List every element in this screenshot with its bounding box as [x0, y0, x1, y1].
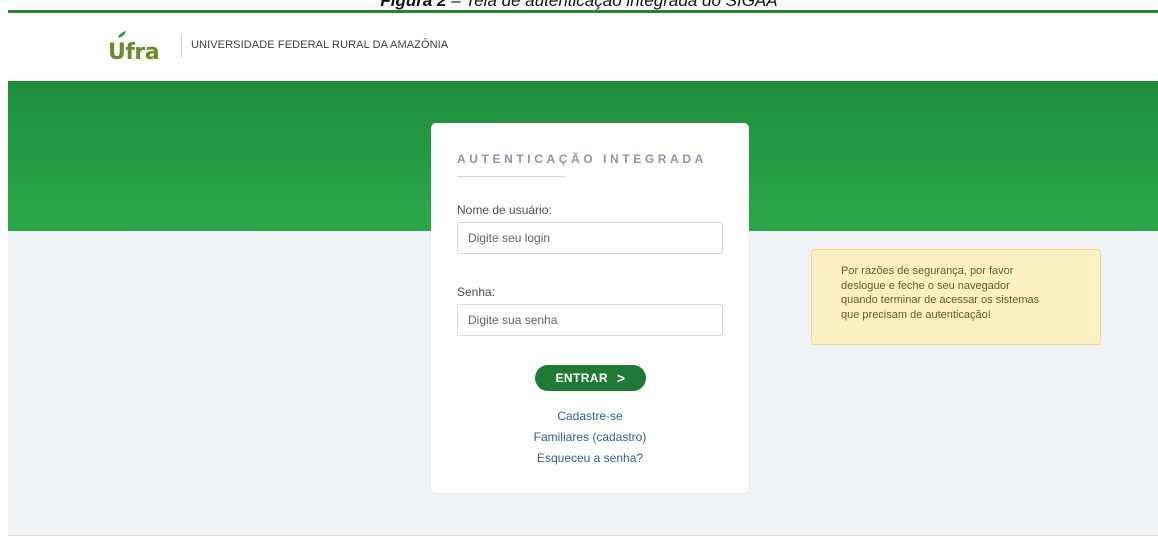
family-register-link[interactable]: Familiares (cadastro)	[431, 430, 749, 444]
notice-line-1: Por razões de segurança, por favor	[841, 265, 1014, 277]
login-card: AUTENTICAÇÃO INTEGRADA Nome de usuário: …	[431, 123, 749, 493]
chevron-right-icon: >	[616, 370, 626, 386]
password-label: Senha:	[457, 285, 496, 299]
figure-label: Figura 2	[380, 0, 447, 10]
figure-caption: Figura 2 – Tela de autenticação integrad…	[0, 0, 1158, 10]
login-button[interactable]: ENTRAR >	[535, 365, 646, 391]
footer-divider	[8, 535, 1158, 536]
institution-name: UNIVERSIDADE FEDERAL RURAL DA AMAZÔNIA	[191, 39, 449, 51]
ufra-logo[interactable]: Ufra	[108, 31, 168, 67]
figure-caption-text: – Tela de autenticação integrada do SIGA…	[446, 0, 778, 10]
password-input[interactable]	[457, 304, 723, 336]
title-underline	[457, 176, 565, 177]
register-link[interactable]: Cadastre-se	[431, 409, 749, 423]
login-button-label: ENTRAR	[555, 371, 608, 385]
username-label: Nome de usuário:	[457, 203, 552, 217]
header-divider	[181, 35, 182, 57]
notice-line-4: que precisam de autenticação!	[841, 308, 991, 321]
leaf-icon	[118, 31, 126, 38]
username-input[interactable]	[457, 222, 723, 254]
notice-line-2: deslogue e feche o seu navegador	[841, 279, 1010, 292]
logo-text: Ufra	[108, 40, 160, 65]
forgot-password-link[interactable]: Esqueceu a senha?	[431, 451, 749, 465]
site-header: Ufra UNIVERSIDADE FEDERAL RURAL DA AMAZÔ…	[8, 13, 1158, 81]
notice-line-3: quando terminar de acessar os sistemas	[841, 294, 1040, 306]
login-title: AUTENTICAÇÃO INTEGRADA	[457, 152, 707, 166]
security-notice: Por razões de segurança, por favor deslo…	[811, 249, 1101, 345]
